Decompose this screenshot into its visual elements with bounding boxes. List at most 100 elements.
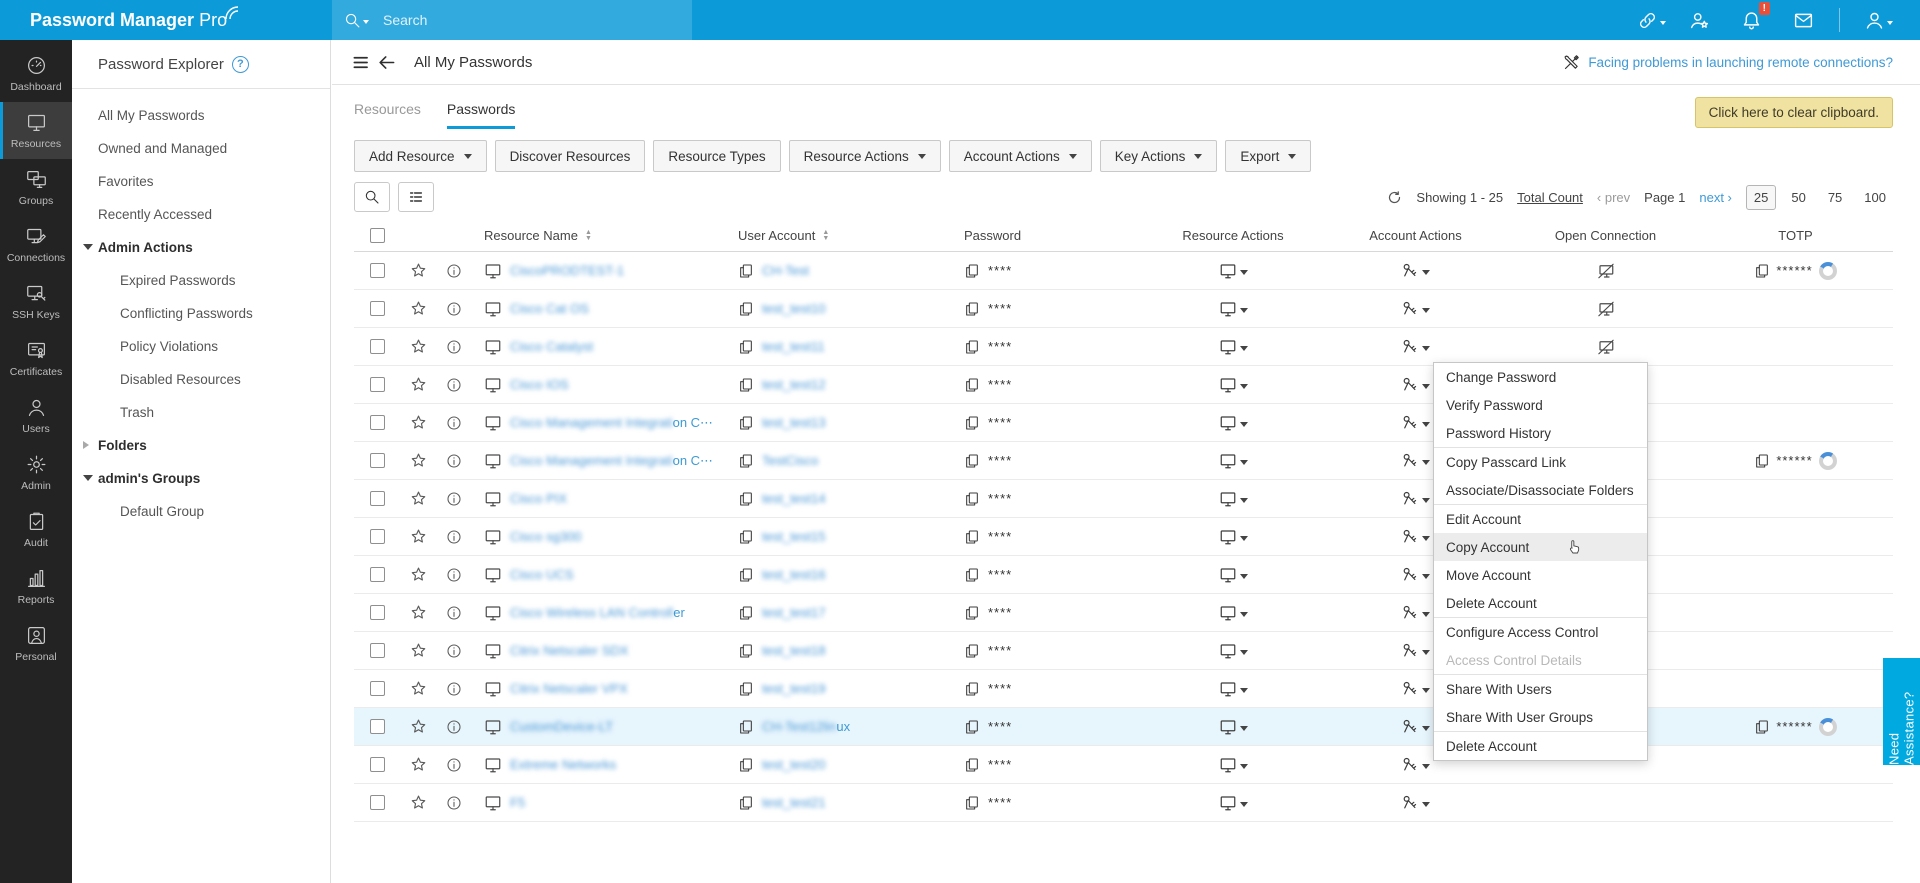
copy-user-icon[interactable] [738, 567, 754, 583]
open-connection-icon[interactable] [1597, 300, 1615, 318]
resource-name-link[interactable]: F5 [510, 795, 525, 810]
user-account-link[interactable]: test_test19 [762, 681, 826, 696]
explorer-item[interactable]: All My Passwords [72, 99, 330, 132]
info-icon[interactable] [446, 301, 462, 317]
resource-actions-dropdown[interactable] [1219, 262, 1248, 280]
info-icon[interactable] [446, 757, 462, 773]
user-account-link[interactable]: test_test18 [762, 643, 826, 658]
user-account-link[interactable]: test_test10 [762, 301, 826, 316]
copy-user-icon[interactable] [738, 339, 754, 355]
info-icon[interactable] [446, 377, 462, 393]
explorer-item[interactable]: admin's Groups [72, 462, 330, 495]
prev-page-button[interactable]: ‹ prev [1597, 190, 1630, 205]
info-icon[interactable] [446, 263, 462, 279]
copy-user-icon[interactable] [738, 719, 754, 735]
page-size-75[interactable]: 75 [1821, 186, 1849, 209]
row-checkbox[interactable] [369, 643, 385, 658]
menu-item-verify-password[interactable]: Verify Password [1434, 391, 1647, 419]
resource-actions-dropdown[interactable] [1219, 414, 1248, 432]
account-actions-dropdown[interactable] [1401, 528, 1430, 546]
copy-user-icon[interactable] [738, 301, 754, 317]
row-checkbox[interactable] [369, 415, 385, 430]
resource-name-link[interactable]: Cisco Wireless LAN Controll [510, 605, 673, 620]
copy-user-icon[interactable] [738, 757, 754, 773]
row-checkbox[interactable] [369, 681, 385, 696]
open-connection-icon[interactable] [1597, 262, 1615, 280]
need-assistance-tab[interactable]: Need Assistance? [1883, 658, 1920, 765]
row-checkbox[interactable] [369, 491, 385, 506]
info-icon[interactable] [446, 339, 462, 355]
user-menu-icon[interactable] [1864, 9, 1893, 31]
row-checkbox[interactable] [369, 605, 385, 620]
favorite-star-icon[interactable] [410, 718, 427, 735]
info-icon[interactable] [446, 567, 462, 583]
favorite-star-icon[interactable] [410, 680, 427, 697]
help-icon[interactable]: ? [231, 55, 249, 73]
info-icon[interactable] [446, 415, 462, 431]
resource-name-link[interactable]: Citrix Netscaler SDX [510, 643, 628, 658]
search-icon[interactable] [344, 12, 361, 29]
user-account-link[interactable]: test_test21 [762, 795, 826, 810]
page-size-100[interactable]: 100 [1857, 186, 1893, 209]
favorite-star-icon[interactable] [410, 300, 427, 317]
sidebar-item-audit[interactable]: Audit [0, 501, 72, 558]
favorite-star-icon[interactable] [410, 566, 427, 583]
info-icon[interactable] [446, 491, 462, 507]
user-account-link[interactable]: test_test11 [762, 339, 825, 354]
info-icon[interactable] [446, 719, 462, 735]
discover-resources-button[interactable]: Discover Resources [494, 140, 646, 172]
explorer-item[interactable]: Recently Accessed [72, 198, 330, 231]
copy-password-icon[interactable] [964, 605, 980, 621]
copy-user-icon[interactable] [738, 643, 754, 659]
copy-password-icon[interactable] [964, 453, 980, 469]
key-actions-button[interactable]: Key Actions [1099, 140, 1218, 172]
account-actions-dropdown[interactable] [1401, 490, 1430, 508]
user-account-link[interactable]: test_test13 [762, 415, 826, 430]
info-icon[interactable] [446, 681, 462, 697]
menu-item-delete-account[interactable]: Delete Account [1434, 589, 1647, 617]
explorer-item[interactable]: Owned and Managed [72, 132, 330, 165]
resource-name-link[interactable]: CiscoPRODTEST-1 [510, 263, 624, 278]
copy-totp-icon[interactable] [1754, 263, 1770, 279]
account-actions-dropdown[interactable] [1401, 262, 1430, 280]
favorite-star-icon[interactable] [410, 452, 427, 469]
copy-password-icon[interactable] [964, 339, 980, 355]
collapse-triangle-icon[interactable] [83, 475, 93, 481]
sort-user-account[interactable]: ▲ ▼ [822, 229, 829, 241]
menu-item-share-with-user-groups[interactable]: Share With User Groups [1434, 703, 1647, 731]
user-account-link[interactable]: CH-Test [762, 263, 809, 278]
favorite-star-icon[interactable] [410, 262, 427, 279]
copy-password-icon[interactable] [964, 529, 980, 545]
account-actions-dropdown[interactable] [1401, 756, 1430, 774]
refresh-icon[interactable] [1387, 190, 1402, 205]
mail-icon[interactable] [1793, 9, 1815, 31]
resource-actions-dropdown[interactable] [1219, 756, 1248, 774]
explorer-item[interactable]: Folders [72, 429, 330, 462]
account-actions-dropdown[interactable] [1401, 452, 1430, 470]
next-page-button[interactable]: next › [1699, 190, 1732, 205]
copy-user-icon[interactable] [738, 263, 754, 279]
favorite-star-icon[interactable] [410, 376, 427, 393]
resource-actions-dropdown[interactable] [1219, 300, 1248, 318]
menu-item-copy-passcard-link[interactable]: Copy Passcard Link [1434, 448, 1647, 476]
row-checkbox[interactable] [369, 529, 385, 544]
menu-item-copy-account[interactable]: Copy Account [1434, 533, 1647, 561]
resource-name-link[interactable]: CustomDevice-LT [510, 719, 613, 734]
copy-password-icon[interactable] [964, 491, 980, 507]
account-actions-dropdown[interactable] [1401, 300, 1430, 318]
favorite-star-icon[interactable] [410, 756, 427, 773]
favorite-star-icon[interactable] [410, 338, 427, 355]
favorite-star-icon[interactable] [410, 414, 427, 431]
search-input[interactable] [383, 12, 633, 28]
user-account-link[interactable]: test_test12 [762, 377, 826, 392]
account-actions-button[interactable]: Account Actions [948, 140, 1092, 172]
account-actions-dropdown[interactable] [1401, 680, 1430, 698]
explorer-item[interactable]: Trash [72, 396, 330, 429]
copy-password-icon[interactable] [964, 415, 980, 431]
sidebar-item-reports[interactable]: Reports [0, 558, 72, 615]
sidebar-item-certificates[interactable]: Certificates [0, 330, 72, 387]
copy-user-icon[interactable] [738, 529, 754, 545]
sidebar-item-sshkeys[interactable]: SSH Keys [0, 273, 72, 330]
copy-user-icon[interactable] [738, 491, 754, 507]
resource-name-link[interactable]: Cisco Management Integrati [510, 453, 673, 468]
